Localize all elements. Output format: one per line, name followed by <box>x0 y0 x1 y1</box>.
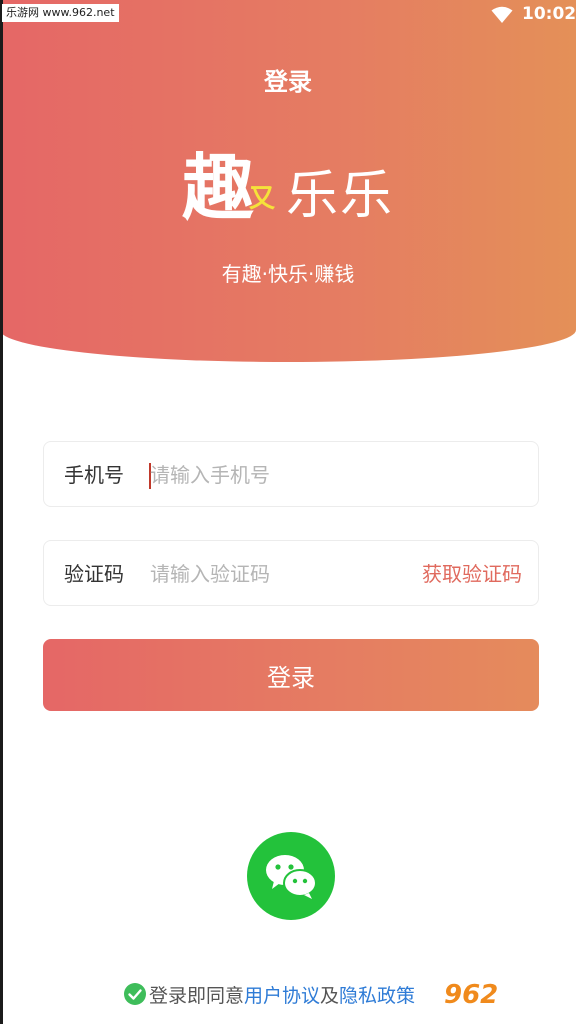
app-logo: 趣 又 乐乐 <box>182 146 402 230</box>
code-input[interactable] <box>150 557 410 591</box>
phone-input[interactable] <box>150 458 410 492</box>
watermark-site: 乐游网 <box>514 1003 556 1019</box>
logo-main-char: 趣 <box>182 145 255 230</box>
watermark-top: 乐游网 www.962.net <box>2 4 119 22</box>
user-agreement-link[interactable]: 用户协议 <box>244 981 320 1008</box>
agreement-prefix: 登录即同意 <box>149 984 245 1007</box>
watermark-number: 962 <box>444 980 499 1010</box>
privacy-policy-link[interactable]: 隐私政策 <box>339 981 415 1008</box>
logo-accent-char: 又 <box>249 184 276 214</box>
phone-label: 手机号 <box>64 463 124 487</box>
wechat-icon <box>266 855 317 899</box>
screen-edge <box>0 0 3 1024</box>
watermark-bottom: 962 .NET 乐游网 <box>444 980 570 1019</box>
logo-rest-text: 乐乐 <box>286 166 395 226</box>
login-button[interactable]: 登录 <box>43 639 539 711</box>
check-icon[interactable] <box>124 983 146 1005</box>
status-bar: 乐游网 www.962.net 10:02 <box>0 0 576 30</box>
agreement-row: 登录即同意 用户协议 及 隐私政策 <box>124 980 415 1008</box>
get-code-button[interactable]: 获取验证码 <box>422 541 522 607</box>
wifi-icon <box>491 6 513 23</box>
code-field: 验证码 获取验证码 <box>43 540 539 606</box>
phone-field: 手机号 <box>43 441 539 507</box>
code-label: 验证码 <box>64 562 124 586</box>
page-title: 登录 <box>264 68 312 96</box>
app-slogan: 有趣·快乐·赚钱 <box>221 262 355 286</box>
status-time: 10:02 <box>522 4 576 24</box>
wechat-login-button[interactable] <box>247 832 335 920</box>
agreement-and: 及 <box>320 984 340 1007</box>
